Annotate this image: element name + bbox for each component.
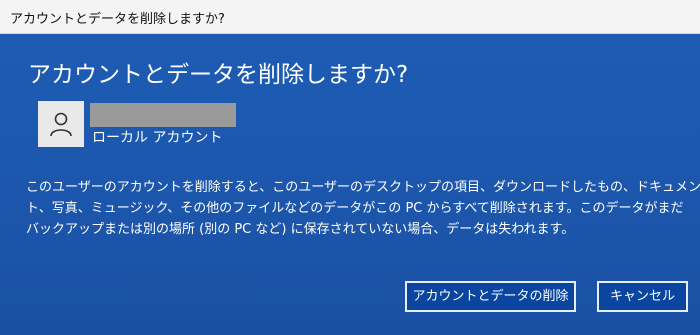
avatar — [38, 101, 84, 147]
delete-account-dialog: アカウントとデータを削除しますか? アカウントとデータを削除しますか? ローカル… — [0, 0, 700, 335]
warning-description: このユーザーのアカウントを削除すると、このユーザーのデスクトップの項目、ダウンロ… — [26, 177, 700, 240]
cancel-button[interactable]: キャンセル — [597, 281, 688, 312]
description-line: バックアップまたは別の場所 (別の PC など) に保存されていない場合、データ… — [26, 222, 575, 237]
account-type-label: ローカル アカウント — [92, 130, 223, 146]
user-icon — [50, 112, 72, 137]
title-bar: アカウントとデータを削除しますか? — [0, 0, 700, 34]
delete-account-and-data-button[interactable]: アカウントとデータの削除 — [405, 281, 576, 312]
dialog-heading: アカウントとデータを削除しますか? — [28, 62, 409, 88]
account-name-redacted — [90, 103, 236, 127]
window-title: アカウントとデータを削除しますか? — [10, 12, 225, 27]
description-line: ト、写真、ミュージック、その他のファイルなどのデータがこの PC からすべて削除… — [26, 201, 684, 216]
description-line: このユーザーのアカウントを削除すると、このユーザーのデスクトップの項目、ダウンロ… — [26, 180, 700, 195]
